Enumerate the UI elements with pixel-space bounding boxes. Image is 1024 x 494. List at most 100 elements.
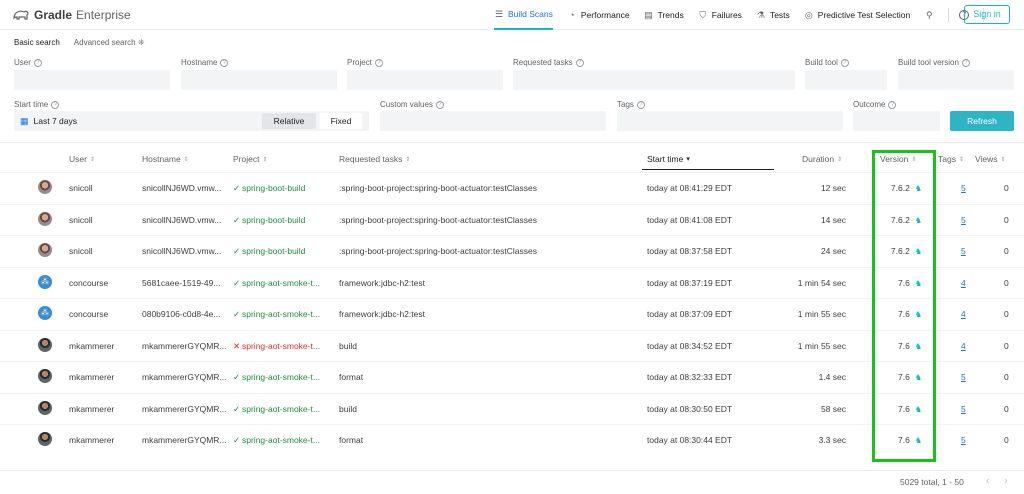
header-views[interactable]: Views ⇕ (975, 154, 1006, 164)
help-icon[interactable]: ? (374, 58, 383, 67)
help-icon[interactable]: ? (961, 58, 970, 67)
custom-values-filter-input[interactable] (380, 111, 606, 131)
build-tool-filter-label: Build tool? (805, 58, 849, 67)
gradle-enterprise-logo[interactable]: Gradle Enterprise (12, 8, 131, 22)
project-filter-input[interactable] (347, 70, 503, 90)
header-label: Requested tasks (339, 154, 403, 164)
outcome-filter-input[interactable] (853, 111, 940, 131)
tags-filter-input[interactable] (617, 111, 843, 131)
nav-performance[interactable]: ◔ Performance (567, 0, 629, 30)
cell-tags-link[interactable]: 5 (961, 404, 966, 414)
help-icon[interactable]: ? (435, 100, 444, 109)
build-tool-filter-input[interactable] (805, 70, 887, 90)
help-icon[interactable]: ? (575, 58, 584, 67)
table-row[interactable]: mkammerer mkammererGYQMR... ✓ spring-aot-sm… (0, 424, 1024, 455)
nav-failures[interactable]: ⛉ Failures (698, 0, 742, 30)
fixed-toggle[interactable]: Fixed (320, 113, 362, 129)
refresh-button[interactable]: Refresh (950, 111, 1014, 131)
cell-requested-tasks: :spring-boot-project:spring-boot-actuato… (339, 183, 537, 193)
header-start-time[interactable]: Start time ▾ (647, 154, 690, 164)
help-icon[interactable]: ? (840, 58, 849, 67)
cell-start-time: today at 08:37:19 EDT (647, 277, 733, 288)
cell-requested-tasks: framework:jdbc-h2:test (339, 309, 425, 319)
nav-build-scans[interactable]: ☰ Build Scans (494, 0, 553, 30)
nav-search[interactable]: ⚲ (924, 0, 934, 30)
cell-user: mkammerer (69, 403, 115, 414)
table-row[interactable]: snicoll snicollNJ6WD.vmw... ✓ spring-boot-b… (0, 235, 1024, 266)
user-filter-input[interactable] (14, 70, 170, 90)
cell-tags-link[interactable]: 5 (961, 246, 966, 256)
header-hostname[interactable]: Hostname ⇕ (142, 154, 189, 164)
header-label: Hostname (142, 154, 181, 164)
cell-requested-tasks: framework:jdbc-h2:test (339, 277, 425, 288)
gauge-icon: ◔ (569, 10, 575, 20)
cell-user: mkammerer (69, 372, 115, 382)
pagination-total: 5029 total, 1 - 50 (900, 477, 964, 487)
chevron-right-icon[interactable]: › (1004, 475, 1008, 487)
cell-duration: 1 min 55 sec (797, 340, 846, 351)
table-row[interactable]: snicoll snicollNJ6WD.vmw... ✓ spring-boot-b… (0, 172, 1024, 203)
start-time-value: Last 7 days (33, 116, 77, 126)
header-project[interactable]: Project ⇕ (233, 154, 268, 164)
help-icon[interactable]: ? (220, 58, 229, 67)
cell-duration: 12 sec (820, 183, 846, 193)
table-row[interactable]: mkammerer mkammererGYQMR... ✕ spring-aot-sm… (0, 329, 1024, 361)
table-row[interactable]: snicoll snicollNJ6WD.vmw... ✓ spring-boot-b… (0, 203, 1024, 235)
cell-tags-link[interactable]: 5 (961, 435, 966, 445)
user-avatar (38, 400, 52, 415)
requested-tasks-filter-input[interactable] (513, 70, 795, 90)
label-text: Outcome (853, 100, 886, 109)
chevron-left-icon[interactable]: ‹ (986, 475, 990, 487)
nav-separator (948, 8, 950, 22)
header-requested-tasks[interactable]: Requested tasks ⇕ (339, 154, 410, 164)
cell-views: 0 (1004, 340, 1009, 351)
cell-user: concourse (69, 309, 109, 319)
help-icon[interactable]: ? (888, 100, 897, 109)
table-footer: 5029 total, 1 - 50 ‹ › (0, 470, 1024, 494)
table-row[interactable]: ⁂ concourse 080b9106-c0d8-4e... ✓ spring-aot… (0, 298, 1024, 329)
start-time-filter-label: Start time? (14, 100, 60, 109)
sort-icon: ⇕ (837, 156, 843, 163)
table-row[interactable]: ⁂ concourse 5681caee-1519-49... ✓ spring-aot… (0, 266, 1024, 298)
cell-tags-link[interactable]: 5 (961, 183, 966, 193)
sort-icon: ⇕ (958, 156, 964, 163)
hostname-filter-input[interactable] (181, 70, 337, 90)
elephant-logo-icon (13, 10, 29, 20)
cell-tags-link[interactable]: 5 (961, 215, 966, 225)
tab-advanced-search[interactable]: Advanced search ⁜ (74, 38, 145, 47)
hostname-filter-label: Hostname? (181, 58, 229, 67)
cell-start-time: today at 08:41:08 EDT (647, 214, 733, 225)
help-icon[interactable]: ? (51, 100, 60, 109)
cell-hostname: mkammererGYQMR... (142, 435, 227, 445)
help-icon[interactable]: ? (636, 100, 645, 109)
nav-predictive-test-selection[interactable]: ◎ Predictive Test Selection (804, 0, 910, 30)
relative-toggle[interactable]: Relative (262, 113, 316, 129)
header-tags[interactable]: Tags ⇕ (938, 154, 964, 164)
build-tool-version-filter-input[interactable] (898, 70, 1014, 90)
table-header: User ⇕ Hostname ⇕ Project ⇕ Requested tasks… (0, 150, 1024, 170)
tab-basic-search[interactable]: Basic search (14, 38, 60, 47)
cell-requested-tasks: format (339, 435, 364, 445)
user-avatar (38, 243, 52, 257)
start-time-filter[interactable]: ▦ Last 7 days Relative Fixed (14, 111, 369, 131)
success-check-icon: ✓ (233, 214, 241, 225)
cell-duration: 58 sec (820, 403, 846, 414)
project-filter-label: Project? (347, 58, 383, 67)
cell-tags-link[interactable]: 5 (961, 372, 966, 382)
nav-tests[interactable]: ⚗ Tests (756, 0, 790, 30)
logo-text-rest: Enterprise (76, 8, 131, 22)
help-icon[interactable]: ? (33, 58, 42, 67)
header-duration[interactable]: Duration ⇕ (802, 154, 842, 164)
cell-duration: 14 sec (820, 214, 846, 225)
header-user[interactable]: User ⇕ (69, 154, 95, 164)
nav-trends[interactable]: ▤ Trends (644, 0, 683, 30)
cell-tags-link[interactable]: 4 (961, 341, 966, 351)
table-row[interactable]: mkammerer mkammererGYQMR... ✓ spring-aot-sm… (0, 361, 1024, 392)
custom-values-filter-label: Custom values? (380, 100, 444, 109)
sign-in-button[interactable]: Sign in (964, 5, 1010, 24)
cell-tags-link[interactable]: 4 (961, 278, 966, 288)
label-text: Project (347, 58, 372, 67)
table-row[interactable]: mkammerer mkammererGYQMR... ✓ spring-aot-sm… (0, 392, 1024, 424)
cell-tags-link[interactable]: 4 (961, 309, 966, 319)
cell-views: 0 (1004, 435, 1009, 445)
